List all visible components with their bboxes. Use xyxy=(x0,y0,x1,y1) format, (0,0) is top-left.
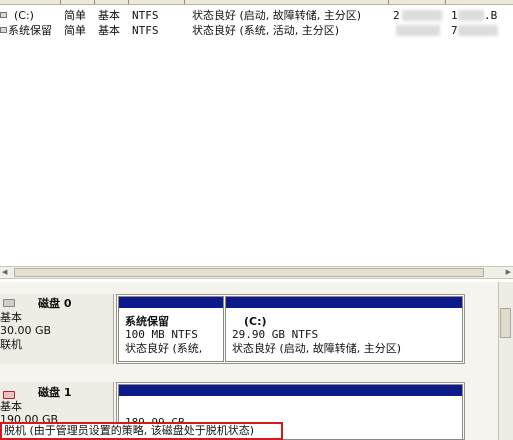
partition-size: 29.90 GB NTFS xyxy=(232,328,319,341)
column-separator[interactable] xyxy=(128,0,129,4)
disk-type: 基本 xyxy=(0,400,22,413)
scroll-right-icon[interactable]: ▶ xyxy=(501,268,511,277)
redacted-free xyxy=(458,10,484,21)
partition-status: 状态良好 (系统, xyxy=(125,342,203,355)
redacted-capacity xyxy=(396,25,440,36)
disk-0-label[interactable]: 磁盘 0 基本 30.00 GB 联机 xyxy=(0,294,114,364)
partition-name: (C:) xyxy=(244,315,267,328)
volume-status: 状态良好 (启动, 故障转储, 主分区) xyxy=(192,9,362,22)
scroll-thumb[interactable] xyxy=(14,268,484,277)
partition-size: 100 MB NTFS xyxy=(125,328,198,341)
column-separator[interactable] xyxy=(60,0,61,4)
volume-icon xyxy=(0,12,7,18)
primary-partition-bar xyxy=(119,385,462,396)
offline-disk-icon xyxy=(3,391,15,399)
volume-free-suffix: .B xyxy=(484,9,498,22)
partition-c[interactable]: (C:) 29.90 GB NTFS 状态良好 (启动, 故障转储, 主分区) xyxy=(225,296,463,362)
partition-system-reserved[interactable]: 系统保留 100 MB NTFS 状态良好 (系统, xyxy=(118,296,224,362)
column-separator[interactable] xyxy=(184,0,185,4)
disk-type: 基本 xyxy=(0,311,22,324)
disk-icon xyxy=(3,299,15,307)
volume-type: 基本 xyxy=(98,24,120,37)
volume-file-system: NTFS xyxy=(132,24,159,37)
column-header-strip[interactable] xyxy=(0,0,513,5)
partition-status: 状态良好 (启动, 故障转储, 主分区) xyxy=(232,342,402,355)
column-separator[interactable] xyxy=(445,0,446,4)
disk-graphical-pane: 磁盘 0 基本 30.00 GB 联机 系统保留 100 MB NTFS 状态良… xyxy=(0,282,513,440)
volume-status: 状态良好 (系统, 活动, 主分区) xyxy=(192,24,340,37)
volume-layout: 简单 xyxy=(64,24,86,37)
disk-size: 30.00 GB xyxy=(0,324,52,337)
list-horizontal-scrollbar[interactable]: ◀ ▶ xyxy=(0,266,513,279)
volume-type: 基本 xyxy=(98,9,120,22)
disk-name: 磁盘 0 xyxy=(38,297,72,310)
disk-pane-vertical-scrollbar[interactable] xyxy=(498,282,513,440)
volume-file-system: NTFS xyxy=(132,9,159,22)
column-separator[interactable] xyxy=(388,0,389,4)
disk-state: 联机 xyxy=(0,338,22,351)
disk-name: 磁盘 1 xyxy=(38,386,72,399)
volume-row-c[interactable]: (C:) 简单 基本 NTFS 状态良好 (启动, 故障转储, 主分区) 2 1… xyxy=(0,8,513,23)
primary-partition-bar xyxy=(119,297,223,308)
volume-name: 系统保留 xyxy=(8,24,52,37)
volume-layout: 简单 xyxy=(64,9,86,22)
redacted-free xyxy=(458,25,498,36)
partition-name: 系统保留 xyxy=(125,315,169,328)
redacted-capacity xyxy=(402,10,442,21)
volume-name: (C:) xyxy=(14,9,34,22)
scroll-left-icon[interactable]: ◀ xyxy=(2,268,12,277)
volume-row-system-reserved[interactable]: 系统保留 简单 基本 NTFS 状态良好 (系统, 活动, 主分区) 7 xyxy=(0,23,513,38)
scroll-thumb[interactable] xyxy=(500,308,511,338)
primary-partition-bar xyxy=(226,297,462,308)
column-separator[interactable] xyxy=(94,0,95,4)
volume-list: (C:) 简单 基本 NTFS 状态良好 (启动, 故障转储, 主分区) 2 1… xyxy=(0,0,513,266)
disk-offline-message: 脱机 (由于管理员设置的策略, 该磁盘处于脱机状态) xyxy=(0,422,283,440)
volume-icon xyxy=(0,27,7,33)
